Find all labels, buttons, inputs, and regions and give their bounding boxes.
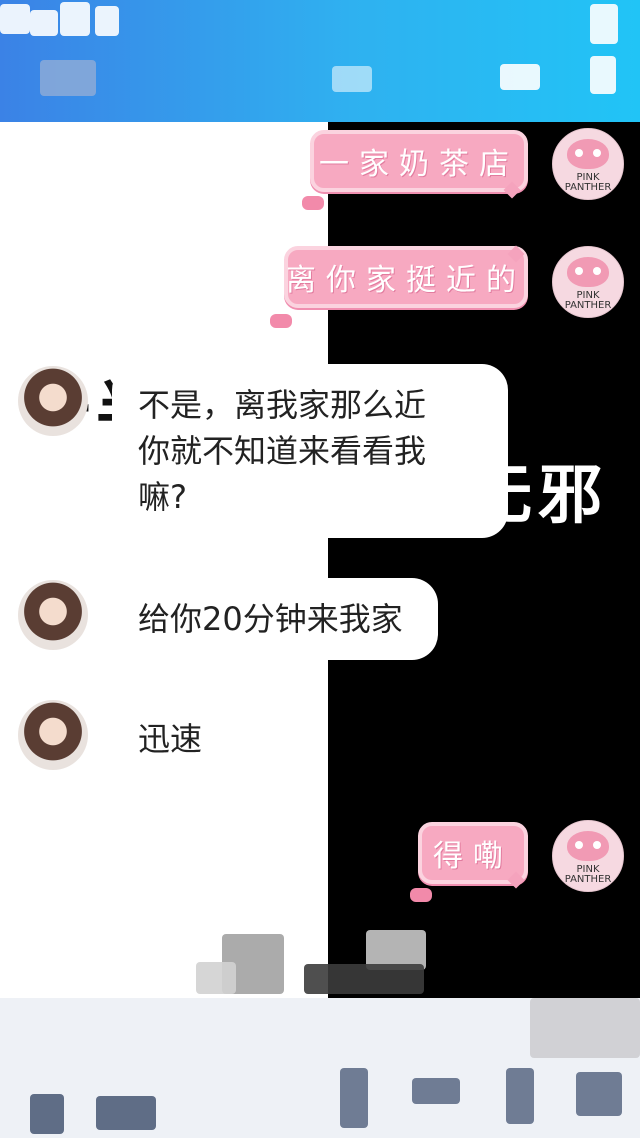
avatar-contact[interactable] <box>18 700 88 770</box>
puzzle-piece-decoration <box>576 1072 622 1116</box>
puzzle-piece-decoration <box>95 6 119 36</box>
bow-decoration <box>302 196 324 210</box>
message-line: 迅速 <box>138 720 203 758</box>
message-bubble[interactable]: 迅速 <box>112 698 240 780</box>
message-line: 给你20分钟来我家 <box>138 600 403 638</box>
sticker-message[interactable]: 离你家挺近的 <box>284 246 528 308</box>
avatar-label: PINK PANTHER <box>564 864 612 885</box>
puzzle-piece-decoration <box>500 64 540 90</box>
puzzle-piece-decoration <box>0 4 30 34</box>
puzzle-piece-decoration <box>332 66 372 92</box>
bow-decoration <box>270 314 292 328</box>
puzzle-piece-decoration <box>530 998 640 1058</box>
message-line: 不是，离我家那么近 <box>138 386 427 424</box>
puzzle-piece-decoration <box>96 1096 156 1130</box>
message-line: 嘛? <box>138 478 187 516</box>
sticker-text: 得嘞 <box>433 839 513 874</box>
puzzle-piece-decoration <box>506 1068 534 1124</box>
avatar-label: PINK PANTHER <box>564 172 612 193</box>
puzzle-piece-decoration <box>30 1094 64 1134</box>
top-banner <box>0 0 640 122</box>
sticker-message[interactable]: 一家奶茶店 <box>310 130 528 192</box>
puzzle-piece-decoration <box>590 4 618 44</box>
puzzle-piece-decoration <box>30 10 58 36</box>
puzzle-piece-decoration <box>412 1078 460 1104</box>
bottom-band <box>0 998 640 1138</box>
avatar-self[interactable]: PINK PANTHER <box>552 128 624 200</box>
puzzle-piece-decoration <box>304 964 424 994</box>
avatar-contact[interactable] <box>18 366 88 436</box>
avatar-self[interactable]: PINK PANTHER <box>552 820 624 892</box>
avatar-label: PINK PANTHER <box>564 290 612 311</box>
bow-decoration <box>410 888 432 902</box>
puzzle-piece-decoration <box>60 2 90 36</box>
message-line: 你就不知道来看看我 <box>138 432 427 470</box>
puzzle-piece-decoration <box>196 962 236 994</box>
message-bubble[interactable]: 不是，离我家那么近 你就不知道来看看我 嘛? <box>112 364 508 538</box>
puzzle-piece-decoration <box>590 56 616 94</box>
avatar-self[interactable]: PINK PANTHER <box>552 246 624 318</box>
avatar-contact[interactable] <box>18 580 88 650</box>
chat-background-left <box>0 122 328 998</box>
sticker-text: 一家奶茶店 <box>319 147 519 182</box>
puzzle-piece-decoration <box>40 60 96 96</box>
puzzle-piece-decoration <box>340 1068 368 1128</box>
message-bubble[interactable]: 给你20分钟来我家 <box>112 578 438 660</box>
sticker-text: 离你家挺近的 <box>286 263 526 298</box>
